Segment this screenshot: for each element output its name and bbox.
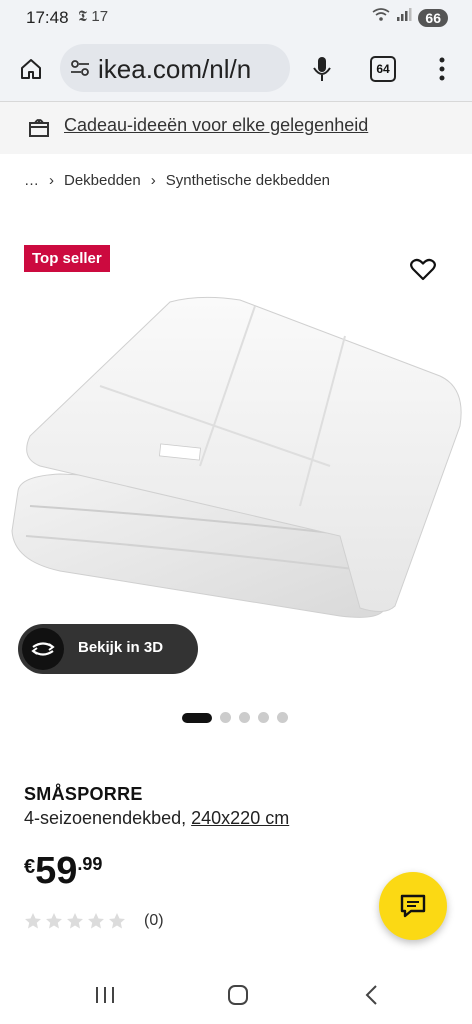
- breadcrumb: … › Dekbedden › Synthetische dekbedden: [24, 172, 330, 189]
- recent-apps-button[interactable]: [88, 980, 122, 1010]
- home-button[interactable]: [16, 54, 46, 84]
- system-navigation-bar: [0, 964, 472, 1024]
- battery-indicator: 66: [418, 8, 448, 27]
- microphone-icon: [313, 57, 331, 81]
- promo-banner[interactable]: Cadeau-ideeën voor elke gelegenheid: [0, 102, 472, 154]
- rotate-3d-icon: [22, 628, 64, 670]
- home-square-icon: [228, 985, 248, 1005]
- favorite-button[interactable]: [410, 258, 436, 287]
- wifi-icon: [372, 8, 390, 27]
- breadcrumb-item[interactable]: Dekbedden: [64, 172, 141, 189]
- more-menu-button[interactable]: [430, 54, 454, 84]
- pagination-dot[interactable]: [277, 712, 288, 723]
- home-icon: [21, 59, 41, 79]
- view-3d-label: Bekijk in 3D: [78, 639, 164, 656]
- pagination-dot[interactable]: [182, 712, 212, 723]
- status-notifications: 𝕿 17: [78, 8, 109, 25]
- site-settings-icon[interactable]: [70, 59, 90, 82]
- pagination-dot[interactable]: [220, 712, 231, 723]
- url-field[interactable]: ikea.com/nl/n: [60, 44, 290, 92]
- status-time: 17:48: [26, 8, 69, 27]
- back-button[interactable]: [356, 980, 386, 1010]
- price-integer: 59: [35, 850, 78, 892]
- gallery-pagination: [182, 712, 288, 723]
- view-3d-button[interactable]: Bekijk in 3D: [18, 624, 198, 674]
- product-type: 4-seizoenendekbed,: [24, 808, 187, 828]
- recent-apps-icon: [96, 987, 114, 1003]
- chat-icon: [400, 894, 426, 918]
- signal-icon: [396, 8, 412, 27]
- product-rating[interactable]: (0): [24, 912, 164, 930]
- chat-button[interactable]: [379, 872, 447, 940]
- back-chevron-icon: [365, 985, 377, 1005]
- product-price: € 59 .99: [24, 852, 102, 890]
- breadcrumb-item[interactable]: …: [24, 172, 39, 189]
- tabs-button[interactable]: 64: [370, 56, 396, 82]
- breadcrumb-item[interactable]: Synthetische dekbedden: [166, 172, 330, 189]
- chevron-right-icon: ›: [150, 172, 156, 189]
- price-decimal: .99: [77, 854, 103, 874]
- price-currency: €: [24, 856, 36, 878]
- voice-search-button[interactable]: [308, 54, 336, 84]
- status-bar: 17:48 𝕿 17 66: [0, 0, 472, 36]
- url-text: ikea.com/nl/n: [98, 54, 252, 84]
- rating-count: (0): [144, 912, 164, 929]
- product-name: SMÅSPORRE: [24, 784, 143, 804]
- chevron-right-icon: ›: [49, 172, 54, 189]
- pagination-dot[interactable]: [239, 712, 250, 723]
- promo-link[interactable]: Cadeau-ideeën voor elke gelegenheid: [64, 115, 368, 136]
- pagination-dot[interactable]: [258, 712, 269, 723]
- browser-toolbar: ikea.com/nl/n 64: [0, 36, 472, 102]
- status-indicators: 66: [372, 8, 448, 27]
- product-size-link[interactable]: 240x220 cm: [191, 808, 289, 828]
- rating-stars-icon: [25, 913, 125, 929]
- gift-icon: [28, 116, 50, 143]
- more-vertical-icon: [439, 57, 445, 81]
- home-nav-button[interactable]: [222, 980, 254, 1010]
- product-description: 4-seizoenendekbed, 240x220 cm: [24, 808, 289, 829]
- heart-icon: [410, 258, 436, 281]
- top-seller-badge: Top seller: [24, 245, 110, 272]
